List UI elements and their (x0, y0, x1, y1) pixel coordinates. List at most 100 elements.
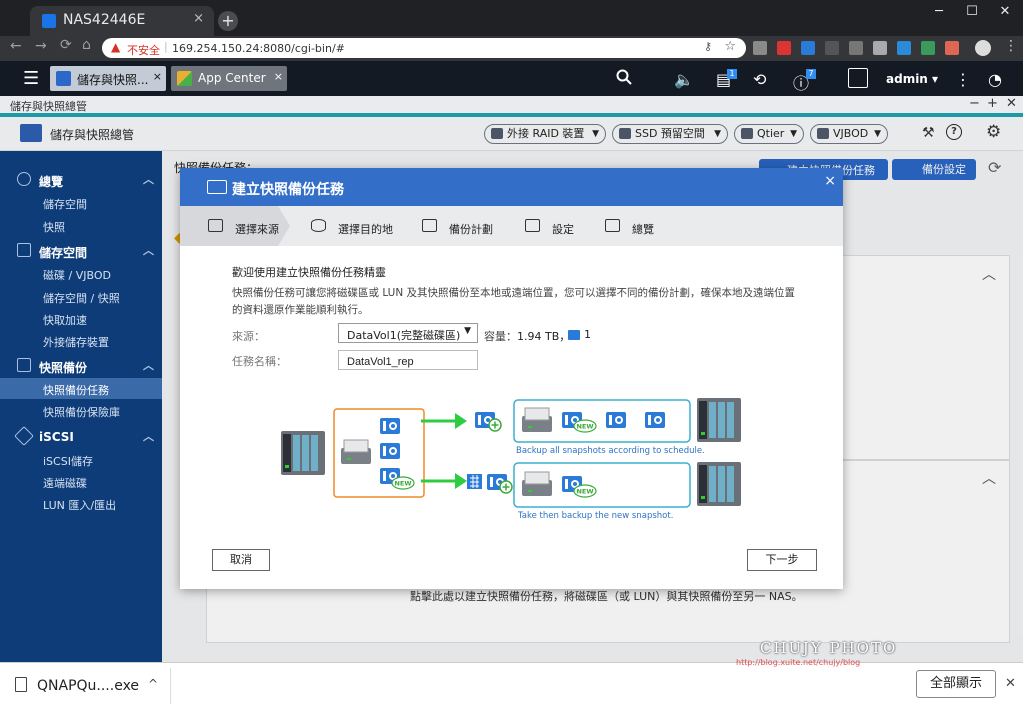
tools-icon[interactable]: ⚒ (922, 125, 935, 141)
sidebar-group-iscsi[interactable]: iSCSI ︿ (0, 426, 162, 447)
step-summary[interactable]: 總覽 (605, 206, 665, 246)
download-item-name[interactable]: QNAPQu....exe (37, 678, 139, 694)
back-button[interactable]: ← (10, 38, 22, 54)
settings-gear-icon[interactable]: ⚙ (986, 122, 1001, 142)
download-bar-close-icon[interactable]: ✕ (1005, 676, 1016, 691)
chevron-down-icon: ▼ (464, 326, 471, 336)
sidebar-item-external-storage[interactable]: 外接儲存裝置 (0, 330, 162, 351)
source-value: DataVol1(完整磁碟區) (347, 329, 461, 342)
step-settings[interactable]: 設定 (525, 206, 585, 246)
step-label: 選擇目的地 (338, 223, 393, 236)
security-label[interactable]: 不安全 (127, 42, 160, 58)
ssd-label: SSD 預留空間 (635, 127, 705, 140)
sidebar-group-snapshot-backup[interactable]: 快照備份 ︿ (0, 356, 162, 376)
maximize-button[interactable]: ☐ (958, 4, 986, 19)
step-select-source[interactable]: 選擇來源 (208, 206, 298, 246)
sidebar-item-snapshot-backup-tasks[interactable]: 快照備份任務 (0, 378, 162, 399)
diagram-caption-schedule: Backup all snapshots according to schedu… (516, 446, 705, 456)
snapshot-icon (606, 412, 626, 428)
file-icon (15, 677, 27, 692)
search-icon[interactable] (616, 69, 632, 85)
username: admin (886, 72, 928, 86)
browser-extension-icon[interactable] (921, 41, 935, 55)
schedule-icon (422, 219, 437, 232)
minimize-button[interactable]: ─ (925, 4, 953, 19)
step-label: 總覽 (632, 223, 654, 236)
clipboard-icon (605, 219, 620, 232)
new-snapshot-badge-icon (391, 476, 415, 490)
vjbod-button[interactable]: VJBOD ▼ (810, 124, 888, 144)
forward-button[interactable]: → (35, 38, 47, 54)
new-tab-button[interactable]: + (218, 11, 238, 31)
app-tab-storage[interactable]: 儲存與快照... × (50, 66, 166, 91)
app-maximize-button[interactable]: + (987, 96, 998, 111)
bookmark-star-icon[interactable]: ☆ (724, 39, 736, 54)
ssd-overprovisioning-button[interactable]: SSD 預留空間 ▼ (612, 124, 728, 144)
sync-icon[interactable]: ⟲ (753, 70, 766, 89)
browser-extension-icon[interactable] (945, 41, 959, 55)
browser-extension-icon[interactable] (897, 41, 911, 55)
show-all-button[interactable]: 全部顯示 (916, 670, 996, 698)
browser-extension-icon[interactable] (849, 41, 863, 55)
qtier-label: Qtier (757, 127, 785, 140)
volume-icon[interactable]: 🔈 (674, 70, 694, 89)
download-options-chevron-icon[interactable]: ^ (148, 677, 158, 691)
app-tab-close-icon[interactable]: × (274, 70, 283, 83)
sidebar-item-storage-snapshots[interactable]: 儲存空間 / 快照 (0, 286, 162, 307)
more-icon[interactable]: ⋮ (955, 70, 971, 89)
user-icon[interactable] (848, 68, 868, 88)
tasks-icon[interactable]: ▤ 1 (716, 69, 737, 89)
browser-menu-icon[interactable]: ⋮ (1004, 38, 1018, 54)
step-backup-plan[interactable]: 備份計劃 (422, 206, 512, 246)
app-minimize-button[interactable]: − (969, 96, 980, 111)
browser-extension-icon[interactable] (825, 41, 839, 55)
dialog-title: 建立快照備份任務 (232, 182, 344, 198)
next-button[interactable]: 下一步 (747, 549, 817, 571)
qtier-button[interactable]: Qtier ▼ (734, 124, 804, 144)
app-tab-close-icon[interactable]: × (153, 70, 162, 83)
app-close-button[interactable]: ✕ (1006, 96, 1017, 111)
database-icon (311, 219, 326, 232)
profile-avatar[interactable] (975, 40, 991, 56)
sidebar-item-cache[interactable]: 快取加速 (0, 308, 162, 329)
sidebar-group-storage[interactable]: 儲存空間 ︿ (0, 241, 162, 261)
close-window-button[interactable]: ✕ (991, 4, 1019, 19)
browser-tab[interactable]: NAS42446E × (30, 6, 214, 36)
browser-extension-icon[interactable] (801, 41, 815, 55)
sidebar-group-overview[interactable]: 總覽 ︿ (0, 170, 162, 190)
new-snapshot-badge-icon (573, 484, 597, 498)
reload-button[interactable]: ⟳ (60, 37, 72, 53)
sidebar-item-snapshot[interactable]: 快照 (0, 215, 162, 236)
key-icon[interactable]: ⚷ (704, 40, 712, 53)
sidebar-item-remote-disk[interactable]: 遠端磁碟 (0, 471, 162, 492)
dashboard-icon[interactable]: ◔ (988, 70, 1002, 89)
user-menu[interactable]: admin ▾ (886, 72, 938, 86)
browser-extension-icon[interactable] (777, 41, 791, 55)
ssd-icon (619, 128, 631, 139)
url-text[interactable]: 169.254.150.24:8080/cgi-bin/# (172, 42, 345, 55)
source-volume-icon (340, 439, 372, 465)
sidebar-item-storage[interactable]: 儲存空間 (0, 192, 162, 213)
external-raid-button[interactable]: 外接 RAID 裝置 ▼ (484, 124, 606, 144)
sidebar-item-snapshot-vault[interactable]: 快照備份保險庫 (0, 400, 162, 421)
sidebar-item-iscsi-storage[interactable]: iSCSI儲存 (0, 449, 162, 470)
warning-icon: ▲ (111, 40, 121, 54)
app-tab-label: 儲存與快照... (77, 73, 149, 87)
step-select-destination[interactable]: 選擇目的地 (311, 206, 411, 246)
cancel-button[interactable]: 取消 (212, 549, 270, 571)
sidebar-item-lun-import-export[interactable]: LUN 匯入/匯出 (0, 493, 162, 514)
home-icon[interactable]: ⌂ (82, 37, 91, 53)
task-name-input[interactable] (338, 350, 478, 370)
main-menu-icon[interactable]: ☰ (23, 68, 39, 89)
app-tab-appcenter[interactable]: App Center × (171, 66, 287, 91)
notification-icon[interactable]: ⓘ 7 (793, 69, 816, 94)
dialog-close-icon[interactable]: × (824, 173, 836, 189)
source-select[interactable]: DataVol1(完整磁碟區) ▼ (338, 323, 478, 343)
help-icon[interactable]: ? (946, 124, 962, 140)
tab-close-icon[interactable]: × (193, 11, 204, 26)
new-snapshot-badge-icon (573, 419, 597, 433)
sidebar-item-disks[interactable]: 磁碟 / VJBOD (0, 263, 162, 284)
browser-extension-icon[interactable] (753, 41, 767, 55)
address-bar[interactable]: ▲ 不安全 | 169.254.150.24:8080/cgi-bin/# ⚷ … (102, 38, 746, 58)
browser-extension-icon[interactable] (873, 41, 887, 55)
